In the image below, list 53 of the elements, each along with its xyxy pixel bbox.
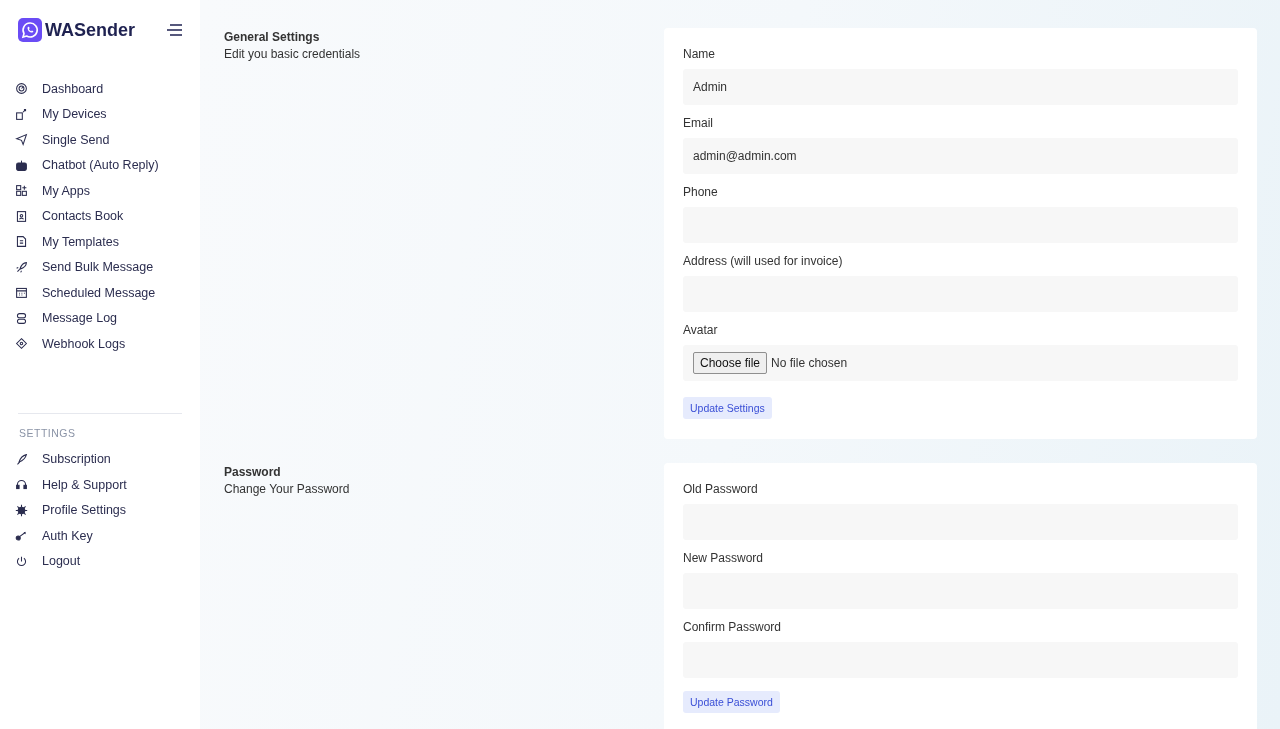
- key-icon: [15, 529, 28, 543]
- document-icon: [15, 235, 28, 249]
- file-status: No file chosen: [771, 356, 848, 370]
- sidebar-item[interactable]: Chatbot (Auto Reply): [0, 152, 200, 178]
- field-label: Avatar: [683, 323, 719, 337]
- file-input[interactable]: Choose file No file chosen: [683, 345, 1238, 381]
- field-label: Name: [683, 47, 716, 61]
- section-subtitle: Edit you basic credentials: [224, 47, 362, 61]
- power-icon: [15, 554, 28, 568]
- sidebar-item[interactable]: Profile Settings: [0, 497, 200, 523]
- sidebar-item[interactable]: Send Bulk Message: [0, 254, 200, 280]
- sidebar-item[interactable]: Message Log: [0, 305, 200, 331]
- field-label: Phone: [683, 185, 719, 199]
- gauge-icon: [15, 82, 28, 96]
- sidebar-item[interactable]: Subscription: [0, 446, 200, 472]
- sidebar-item[interactable]: Logout: [0, 548, 200, 574]
- brand-name: WASender: [45, 19, 136, 41]
- diamond-icon: [15, 337, 28, 351]
- sidebar-item[interactable]: Webhook Logs: [0, 331, 200, 357]
- field-label: Email: [683, 116, 714, 130]
- input-field[interactable]: admin@admin.com: [683, 138, 1238, 174]
- settings-icon: [15, 503, 28, 517]
- field-label: Address (will used for invoice): [683, 254, 844, 268]
- section-title: Password: [224, 465, 282, 479]
- menu-icon[interactable]: [166, 23, 182, 37]
- input-field[interactable]: Admin: [683, 69, 1238, 105]
- submit-button[interactable]: Update Password: [683, 691, 780, 713]
- section-heading: SETTINGS: [19, 426, 77, 439]
- sidebar-item[interactable]: Single Send: [0, 127, 200, 153]
- field-label: New Password: [683, 551, 765, 565]
- sidebar-item[interactable]: Contacts Book: [0, 203, 200, 229]
- field-label: Old Password: [683, 482, 759, 496]
- sidebar-item[interactable]: Dashboard: [0, 76, 200, 102]
- field-label: Confirm Password: [683, 620, 783, 634]
- calendar-icon: [15, 286, 28, 300]
- sidebar-item[interactable]: Auth Key: [0, 523, 200, 549]
- device-icon: [15, 107, 28, 121]
- section-subtitle: Change Your Password: [224, 482, 351, 496]
- sidebar-item[interactable]: My Apps: [0, 178, 200, 204]
- section-title: General Settings: [224, 30, 321, 44]
- robot-icon: [15, 158, 28, 172]
- submit-button[interactable]: Update Settings: [683, 397, 772, 419]
- headset-icon: [15, 478, 28, 492]
- contact-card-icon: [15, 209, 28, 223]
- choose-file-button[interactable]: Choose file: [693, 352, 768, 374]
- sidebar-item[interactable]: My Devices: [0, 101, 200, 127]
- paper-plane-icon: [15, 133, 28, 147]
- apps-icon: [15, 184, 28, 198]
- sidebar-item[interactable]: My Templates: [0, 229, 200, 255]
- stacked-pills-icon: [15, 311, 28, 325]
- logo-icon: [18, 18, 42, 42]
- sidebar-item[interactable]: Scheduled Message: [0, 280, 200, 306]
- sidebar-item[interactable]: Help & Support: [0, 472, 200, 498]
